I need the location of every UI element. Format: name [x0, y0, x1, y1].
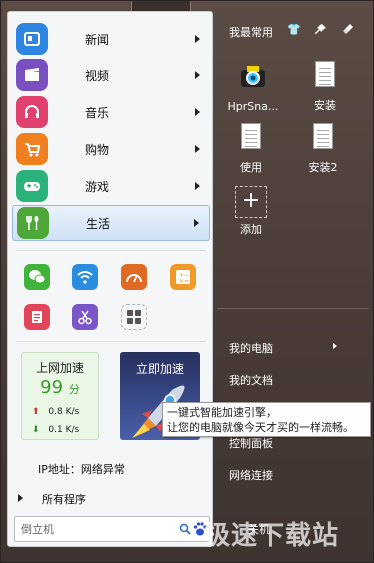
speedometer-icon[interactable]: [121, 264, 147, 290]
boost-tooltip: 一键式智能加速引擎， 让您的电脑就像今天才买的一样流畅。: [162, 402, 371, 437]
shortcut-label: 安装2: [308, 161, 338, 174]
grid-apps-icon[interactable]: [121, 304, 147, 330]
headphones-icon: [16, 96, 48, 128]
scissors-icon[interactable]: [72, 304, 98, 330]
news-icon: [16, 23, 48, 55]
left-pane: 新闻 视频 音乐 购物 游戏 生活 +− ×= 上网加速 99 分 ⬆ 0.8 …: [7, 11, 213, 547]
nav-control-panel[interactable]: 控制面板: [229, 435, 273, 451]
tooltip-line1: 一键式智能加速引擎，: [167, 406, 277, 419]
category-music[interactable]: 音乐: [12, 94, 210, 130]
category-label: 游戏: [85, 179, 110, 194]
category-video[interactable]: 视频: [12, 57, 210, 93]
nav-my-computer[interactable]: 我的电脑: [229, 340, 273, 356]
search-icon[interactable]: [179, 523, 191, 535]
frequent-title: 我最常用: [229, 26, 273, 39]
clean-brush-icon[interactable]: [341, 23, 355, 37]
divider: [16, 250, 206, 251]
upload-arrow-icon: ⬆: [32, 407, 40, 417]
start-menu: 新闻 视频 音乐 购物 游戏 生活 +− ×= 上网加速 99 分 ⬆ 0.8 …: [0, 0, 374, 563]
ip-address-status: IP地址：网络异常: [38, 463, 125, 476]
shirt-skin-icon[interactable]: 👕: [287, 23, 301, 37]
calculator-icon[interactable]: +− ×=: [170, 264, 196, 290]
nav-network[interactable]: 网络连接: [229, 467, 273, 483]
add-shortcut-button[interactable]: +: [235, 186, 267, 218]
wifi-icon[interactable]: [72, 264, 98, 290]
chevron-right-icon: [195, 71, 200, 79]
network-speed-widget[interactable]: 上网加速 99 分 ⬆ 0.8 K/s ⬇ 0.1 K/s: [21, 352, 99, 440]
chevron-right-icon: [194, 219, 199, 227]
category-news[interactable]: 新闻: [12, 21, 210, 57]
shortcut-label: HprSna...: [227, 100, 279, 113]
gamepad-icon: [16, 170, 48, 202]
shortcut-hprsnap[interactable]: HprSna...: [221, 61, 285, 113]
shortcut-label: 安装: [314, 99, 336, 112]
boost-label: 立即加速: [135, 362, 184, 376]
category-shopping[interactable]: 购物: [12, 131, 210, 167]
chevron-right-icon: [195, 182, 200, 190]
category-label: 生活: [86, 216, 111, 231]
pin-icon[interactable]: [314, 23, 328, 37]
wechat-icon[interactable]: [24, 264, 50, 290]
chevron-right-icon: [195, 108, 200, 116]
upload-speed-value: 0.8 K/s: [48, 407, 80, 417]
download-arrow-icon: ⬇: [32, 425, 40, 435]
speed-score-unit: 分: [68, 383, 80, 396]
search-input[interactable]: [21, 520, 171, 538]
divider: [217, 308, 369, 309]
chevron-right-icon: [195, 145, 200, 153]
camera-app-icon: [241, 66, 265, 87]
add-shortcut-label: 添加: [240, 223, 262, 236]
notes-icon[interactable]: [24, 304, 50, 330]
nav-my-documents[interactable]: 我的文档: [229, 372, 273, 388]
document-icon: [313, 123, 333, 149]
document-icon: [241, 123, 261, 149]
search-box[interactable]: [14, 516, 210, 542]
category-label: 视频: [85, 68, 110, 83]
category-label: 新闻: [85, 32, 110, 47]
all-programs-label: 所有程序: [42, 493, 86, 506]
shortcut-label: 使用: [240, 161, 262, 174]
divider: [16, 341, 206, 342]
chevron-right-icon: [195, 35, 200, 43]
speed-title: 上网加速: [35, 361, 84, 375]
category-games[interactable]: 游戏: [12, 168, 210, 204]
download-speed: ⬇ 0.1 K/s: [32, 425, 79, 435]
category-label: 音乐: [85, 105, 110, 120]
shopping-cart-icon: [16, 133, 48, 165]
svg-text:×=: ×=: [179, 278, 189, 285]
fork-spoon-icon: [17, 207, 49, 239]
chevron-right-icon: [18, 494, 23, 502]
chevron-right-icon: [333, 343, 337, 349]
document-icon: [315, 61, 335, 87]
shortcut-install[interactable]: 安装: [293, 61, 357, 113]
category-life[interactable]: 生活: [12, 205, 210, 241]
shortcut-install2[interactable]: 安装2: [291, 123, 355, 175]
upload-speed: ⬆ 0.8 K/s: [32, 407, 79, 417]
category-label: 购物: [85, 142, 110, 157]
film-clapper-icon: [16, 59, 48, 91]
speed-score-value: 99: [40, 377, 64, 398]
speed-score: 99 分: [22, 377, 98, 398]
all-programs[interactable]: 所有程序: [18, 490, 208, 508]
download-speed-value: 0.1 K/s: [48, 425, 80, 435]
watermark: 极速下载站: [204, 521, 340, 551]
shortcut-use[interactable]: 使用: [219, 123, 283, 175]
tooltip-line2: 让您的电脑就像今天才买的一样流畅。: [167, 421, 354, 434]
